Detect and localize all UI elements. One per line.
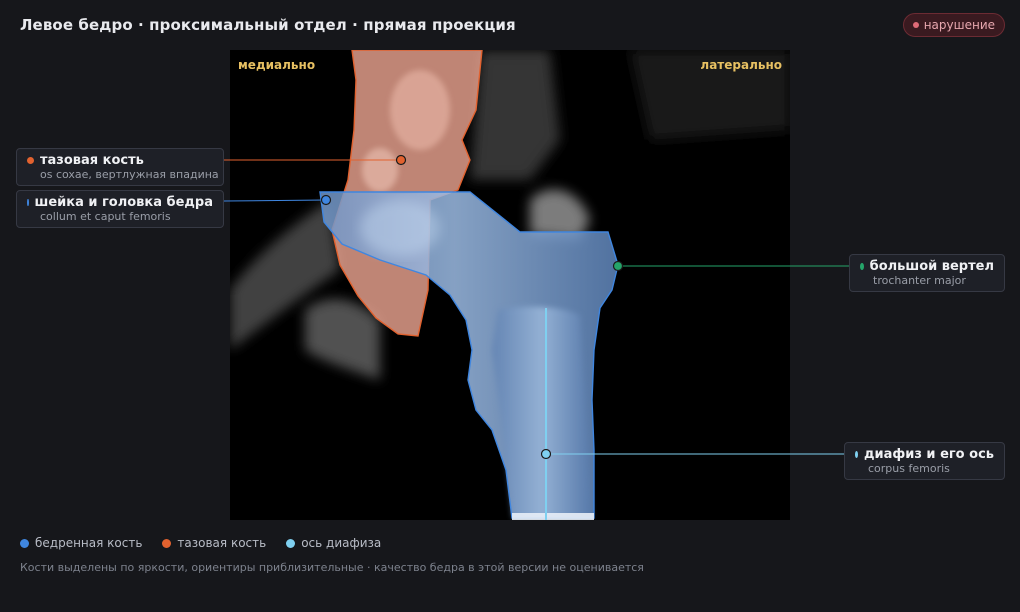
callout-pelvis-name: тазовая кость — [40, 153, 144, 168]
status-dot-icon — [912, 22, 919, 28]
medial-label: медиально — [238, 58, 316, 72]
footnote: Кости выделены по яркости, ориентиры при… — [20, 561, 644, 574]
legend-axis-label: ось диафиза — [301, 536, 382, 550]
callout-trochanter[interactable]: большой вертел trochanter major — [849, 254, 1005, 292]
callout-pelvis-subtitle: os coxae, вертлужная впадина — [40, 168, 219, 181]
pelvis-dot-icon — [27, 157, 34, 164]
status-badge-label: нарушение — [923, 18, 995, 32]
shaft-dot-icon — [855, 451, 858, 458]
callout-neck-name: шейка и головка бедра — [34, 195, 213, 210]
status-badge: нарушение — [902, 13, 1005, 37]
xray-viewer[interactable]: медиально латерально — [230, 50, 790, 520]
lateral-label: латерально — [700, 58, 782, 72]
pelvis-legend-icon — [162, 538, 172, 548]
legend-femur-label: бедренная кость — [35, 536, 143, 550]
callout-trochanter-subtitle: trochanter major — [873, 274, 966, 287]
page-title: Левое бедро · проксимальный отдел · прям… — [20, 16, 516, 34]
legend: бедренная кость тазовая кость ось диафиз… — [20, 536, 381, 550]
callout-shaft-name: диафиз и его ось — [863, 447, 994, 462]
legend-pelvis-label: тазовая кость — [177, 536, 267, 550]
legend-item-pelvis: тазовая кость — [162, 536, 266, 550]
callout-shaft[interactable]: диафиз и его ось corpus femoris — [844, 442, 1005, 480]
legend-item-femur: бедренная кость — [20, 536, 142, 550]
xray-image — [230, 50, 790, 520]
callout-neck[interactable]: шейка и головка бедра collum et caput fe… — [16, 190, 224, 228]
axis-legend-icon — [286, 538, 296, 548]
legend-item-axis: ось диафиза — [286, 536, 381, 550]
callout-neck-subtitle: collum et caput femoris — [40, 210, 171, 223]
callout-shaft-subtitle: corpus femoris — [868, 462, 950, 475]
femur-legend-icon — [20, 538, 29, 548]
callout-pelvis[interactable]: тазовая кость os coxae, вертлужная впади… — [16, 148, 224, 186]
neck-dot-icon — [27, 199, 29, 206]
trochanter-dot-icon — [860, 263, 864, 270]
callout-trochanter-name: большой вертел — [869, 259, 994, 274]
